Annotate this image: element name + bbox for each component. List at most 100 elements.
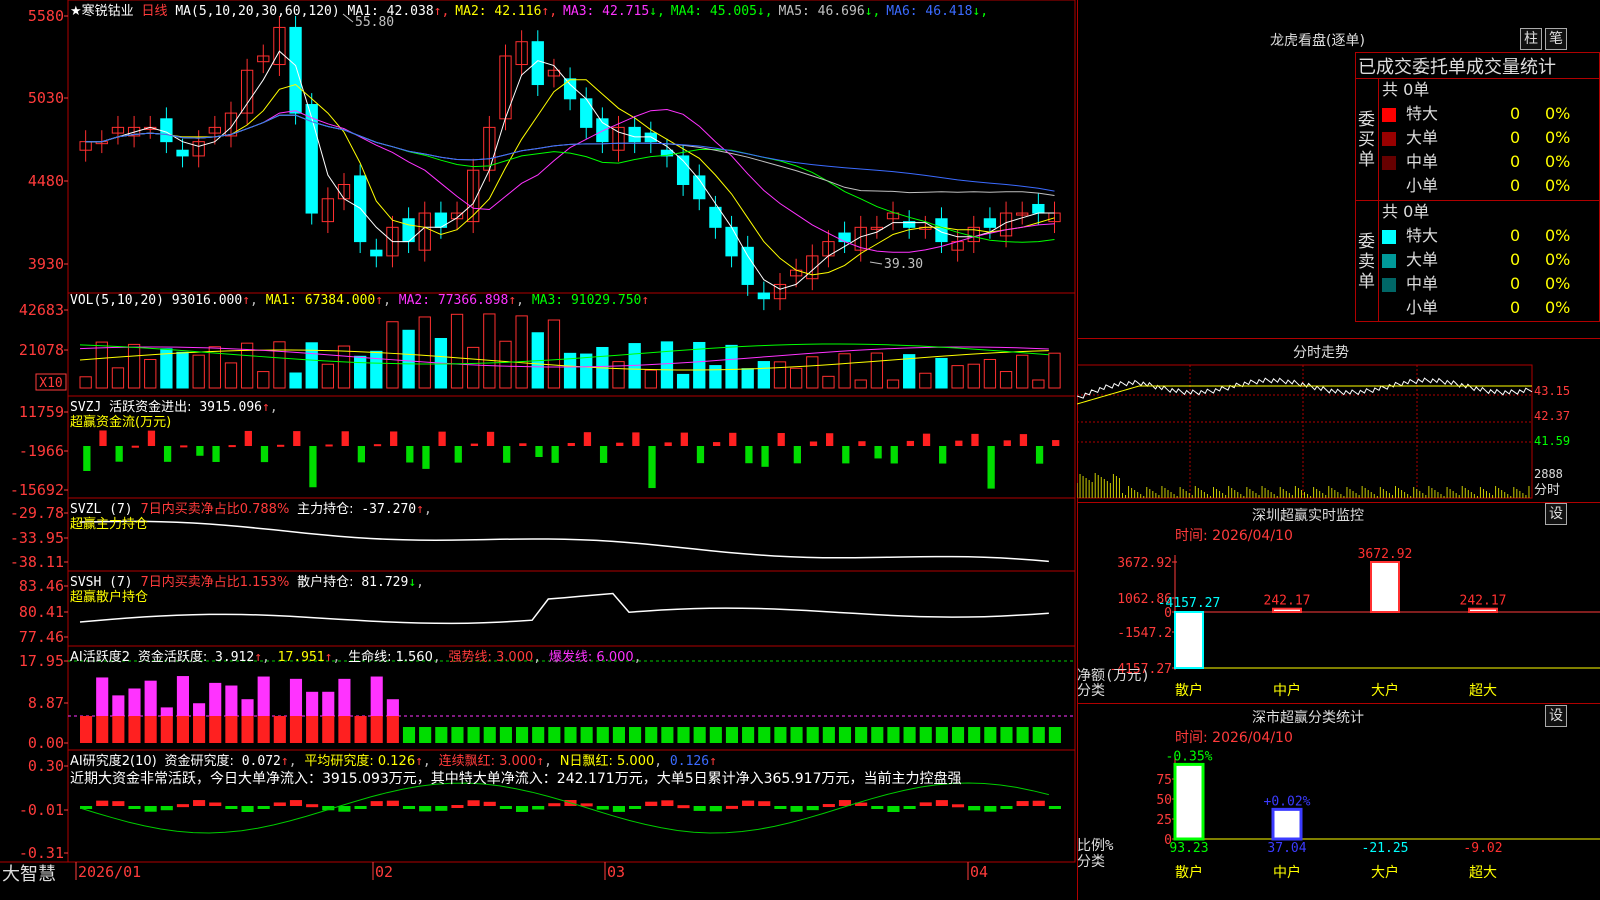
sz-bar-label-3: 242.17: [1460, 594, 1507, 609]
ai2-bar-17: [354, 806, 367, 809]
ai1-bar-53: [935, 727, 948, 743]
order-count: 0: [1510, 298, 1521, 317]
svzj-bar-48: [858, 441, 866, 446]
svzj-bar-20: [406, 446, 414, 463]
intraday-tick-2: 41.59: [1534, 434, 1570, 448]
svzj-bar-53: [939, 446, 947, 464]
candle-18: [370, 249, 383, 257]
svzj-bar-24: [470, 443, 479, 446]
ai1-bar-10: [241, 716, 254, 743]
intraday-chart[interactable]: 43.15 42.37 41.59 2888 分时: [1077, 360, 1600, 502]
szc-bar-top-0: -0.35%: [1166, 749, 1213, 764]
ai1-bar-54: [951, 727, 965, 743]
ai2-bar-5: [160, 806, 173, 811]
vol-bar-13: [289, 372, 302, 389]
ai2-bar-19: [386, 800, 399, 806]
vol-bar-41: [741, 368, 754, 389]
ai1-bar-12: [273, 716, 286, 743]
column-view-button[interactable]: 柱: [1520, 28, 1542, 50]
ma-value-5: MA5: 46.696↓,: [778, 4, 881, 19]
ai2-bar-29: [548, 803, 561, 807]
svzj-bar-54: [955, 440, 963, 446]
vol-bar-60: [1048, 352, 1061, 389]
ai1-bar-17: [354, 716, 367, 743]
ai1-bar-19: [386, 716, 399, 743]
ai1-top-7: [193, 703, 206, 716]
vol-bar-21: [418, 316, 431, 389]
order-type: 中单: [1406, 152, 1439, 171]
order-count: 0: [1510, 104, 1521, 123]
ai1-bar-9: [225, 716, 238, 743]
sz-bar-label-2: 3672.92: [1358, 547, 1413, 562]
ai2-bar-11: [257, 806, 270, 809]
sz-monitor-chart: 3672.921062.860-1547.2-4157.27净额(万元)分类-4…: [1077, 547, 1600, 699]
ma-value-4: MA4: 45.005↓,: [670, 4, 773, 19]
svzj-bar-46: [826, 433, 834, 446]
candle-28: [531, 41, 544, 86]
ma-value-1: MA1: 42.038↑,: [347, 4, 450, 19]
ai2-bar-57: [1000, 806, 1013, 809]
svzj-bar-56: [987, 446, 995, 489]
ai1-bar-11: [257, 716, 270, 743]
ai2-bar-53: [935, 800, 948, 806]
svzj-bar-8: [212, 446, 220, 462]
ai1-bar-2: [112, 716, 125, 743]
vol-bar-59: [1032, 379, 1045, 389]
ai2-bar-24: [467, 800, 480, 806]
xaxis-label-0: 2026/01: [78, 863, 141, 881]
szc-tick-0: 75: [1156, 773, 1172, 788]
ai2-bar-35: [645, 801, 658, 806]
svsh-sub: 超赢散户持仓: [70, 590, 149, 605]
ai1-top-13: [289, 678, 303, 716]
vol-bar-9: [224, 362, 238, 389]
ai2-bar-22: [435, 806, 448, 811]
monitor-settings-button[interactable]: 设: [1545, 503, 1567, 525]
vol-bar-15: [321, 363, 335, 389]
svzj-bar-16: [341, 431, 349, 446]
ai1-bar-60: [1048, 727, 1061, 743]
candle-40: [725, 226, 738, 257]
ai1-bar-47: [838, 727, 852, 743]
intraday-tick-0: 43.15: [1534, 384, 1570, 398]
vol-unit: X10: [39, 376, 62, 391]
tick-view-button[interactable]: 笔: [1545, 28, 1567, 50]
svzj-bar-1: [99, 430, 107, 446]
color-swatch: [1382, 131, 1396, 146]
ai2-bar-20: [402, 806, 416, 809]
order-type: 大单: [1406, 128, 1439, 147]
ai1-bar-44: [790, 727, 803, 743]
ai1-bar-37: [677, 727, 690, 743]
sz-bar-3: [1468, 607, 1498, 613]
color-swatch: [1382, 277, 1396, 292]
ai1-bar-31: [580, 727, 593, 743]
sell-total: 共 0单: [1382, 202, 1430, 221]
color-swatch: [1382, 155, 1396, 170]
star-icon: ★: [70, 4, 82, 19]
candle-56: [983, 218, 997, 228]
ai1-bar-14: [306, 716, 319, 743]
period-label[interactable]: 日线: [142, 4, 168, 19]
svzj-bar-11: [260, 446, 269, 463]
vol-tick-1: 21078: [19, 341, 64, 359]
svzj-bar-51: [906, 440, 915, 446]
ai2-bar-1: [96, 800, 109, 806]
candle-59: [1032, 203, 1045, 214]
ai1-bar-18: [370, 716, 383, 743]
vol-bar-58: [1016, 354, 1029, 389]
svzj-bar-43: [777, 433, 785, 446]
ai2-bar-6: [176, 804, 189, 808]
ai1-bar-43: [774, 727, 787, 743]
svzj-bar-29: [551, 446, 559, 463]
svsh-tick-0: 83.46: [19, 577, 64, 595]
candle-47: [838, 232, 851, 243]
ai1-bar-57: [1000, 727, 1013, 743]
class-settings-button[interactable]: 设: [1545, 705, 1567, 727]
ai1-bar-56: [984, 727, 997, 743]
svzj-bar-2: [115, 446, 123, 462]
vol-bar-12: [273, 341, 286, 389]
sz-bar-2: [1370, 561, 1400, 613]
svzj-bar-25: [486, 431, 495, 446]
candle-39: [709, 206, 722, 228]
candle-5: [160, 118, 173, 143]
ai2-bar-21: [419, 806, 432, 812]
